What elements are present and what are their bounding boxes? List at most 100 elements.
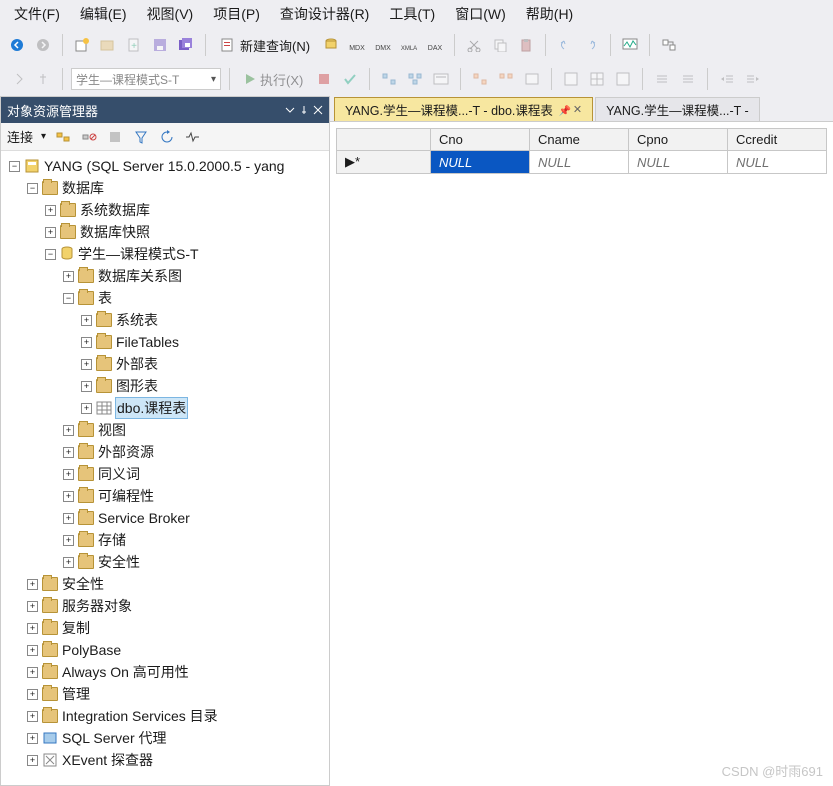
results-to-text-button[interactable] [560, 68, 582, 90]
query-options-button[interactable] [404, 68, 426, 90]
tree-views[interactable]: +视图 [3, 419, 327, 441]
menu-project[interactable]: 项目(P) [203, 2, 270, 26]
stop-button[interactable] [313, 68, 335, 90]
change-type-button[interactable] [658, 34, 680, 56]
decrease-indent-button[interactable] [716, 68, 738, 90]
database-combo[interactable]: 学生—课程模式S-T [71, 68, 221, 90]
dropdown-icon[interactable] [285, 105, 295, 115]
include-client-stats-button[interactable] [521, 68, 543, 90]
tree-db-snapshot[interactable]: +数据库快照 [3, 221, 327, 243]
save-all-button[interactable] [175, 34, 197, 56]
save-button[interactable] [149, 34, 171, 56]
undo-button[interactable] [554, 34, 576, 56]
redo-button[interactable] [580, 34, 602, 56]
display-estimated-plan-button[interactable] [378, 68, 400, 90]
menu-help[interactable]: 帮助(H) [516, 2, 583, 26]
tree-integration[interactable]: +Integration Services 目录 [3, 705, 327, 727]
tree-sys-db[interactable]: +系统数据库 [3, 199, 327, 221]
tree-databases[interactable]: −数据库 [3, 177, 327, 199]
tree-tables[interactable]: −表 [3, 287, 327, 309]
tree-graph-tables[interactable]: +图形表 [3, 375, 327, 397]
tree-db-security[interactable]: +安全性 [3, 551, 327, 573]
tree-replication[interactable]: +复制 [3, 617, 327, 639]
xmla-query-button[interactable]: XMLA [398, 34, 420, 56]
tree-ext-tables[interactable]: +外部表 [3, 353, 327, 375]
pin-icon[interactable]: 📌 [559, 106, 567, 114]
object-tree[interactable]: −YANG (SQL Server 15.0.2000.5 - yang −数据… [1, 151, 329, 785]
tree-user-db[interactable]: −学生—课程模式S-T [3, 243, 327, 265]
menu-tools[interactable]: 工具(T) [379, 2, 445, 26]
tab-inactive[interactable]: YANG.学生—课程模...-T - [595, 97, 760, 121]
cell-cname[interactable]: NULL [530, 151, 629, 174]
include-actual-plan-button[interactable] [469, 68, 491, 90]
col-cno[interactable]: Cno [431, 129, 530, 151]
col-cname[interactable]: Cname [530, 129, 629, 151]
menu-edit[interactable]: 编辑(E) [70, 2, 137, 26]
use-db-button[interactable] [6, 68, 28, 90]
cut-button[interactable] [463, 34, 485, 56]
new-project-button[interactable] [71, 34, 93, 56]
tree-sys-tables[interactable]: +系统表 [3, 309, 327, 331]
connect-label[interactable]: 连接 [7, 127, 33, 146]
cell-cpno[interactable]: NULL [629, 151, 728, 174]
filter-icon[interactable] [132, 128, 150, 146]
mdx-query-button[interactable]: MDX [346, 34, 368, 56]
disconnect-icon[interactable] [80, 128, 98, 146]
comment-button[interactable] [651, 68, 673, 90]
uncomment-button[interactable] [677, 68, 699, 90]
copy-button[interactable] [489, 34, 511, 56]
tree-server-objects[interactable]: +服务器对象 [3, 595, 327, 617]
tree-sql-agent[interactable]: +SQL Server 代理 [3, 727, 327, 749]
menu-view[interactable]: 视图(V) [137, 2, 204, 26]
tree-server[interactable]: −YANG (SQL Server 15.0.2000.5 - yang [3, 155, 327, 177]
tree-synonyms[interactable]: +同义词 [3, 463, 327, 485]
stop-icon[interactable] [106, 128, 124, 146]
activity-icon[interactable] [184, 128, 202, 146]
refresh-icon[interactable] [158, 128, 176, 146]
open-dropdown-button[interactable] [97, 34, 119, 56]
cell-cno[interactable]: NULL [431, 151, 530, 174]
cell-ccredit[interactable]: NULL [728, 151, 827, 174]
nav-forward-button[interactable] [32, 34, 54, 56]
dmx-query-button[interactable]: DMX [372, 34, 394, 56]
menu-window[interactable]: 窗口(W) [445, 2, 516, 26]
tree-always-on[interactable]: +Always On 高可用性 [3, 661, 327, 683]
parse-button[interactable] [339, 68, 361, 90]
tree-security[interactable]: +安全性 [3, 573, 327, 595]
disconnect-query-button[interactable] [32, 68, 54, 90]
menu-file[interactable]: 文件(F) [4, 2, 70, 26]
execute-button[interactable]: 执行(X) [238, 68, 309, 91]
dax-query-button[interactable]: DAX [424, 34, 446, 56]
pin-icon[interactable] [299, 105, 309, 115]
intellisense-button[interactable] [430, 68, 452, 90]
tree-ext-res[interactable]: +外部资源 [3, 441, 327, 463]
tree-programmability[interactable]: +可编程性 [3, 485, 327, 507]
col-cpno[interactable]: Cpno [629, 129, 728, 151]
connect-icon[interactable] [54, 128, 72, 146]
close-icon[interactable]: ✕ [573, 103, 582, 116]
nav-back-button[interactable] [6, 34, 28, 56]
close-icon[interactable] [313, 105, 323, 115]
col-ccredit[interactable]: Ccredit [728, 129, 827, 151]
menu-query-designer[interactable]: 查询设计器(R) [270, 2, 379, 26]
paste-button[interactable] [515, 34, 537, 56]
results-to-grid-button[interactable] [586, 68, 608, 90]
tree-service-broker[interactable]: +Service Broker [3, 507, 327, 529]
tree-filetables[interactable]: +FileTables [3, 331, 327, 353]
add-file-button[interactable]: + [123, 34, 145, 56]
new-query-button[interactable]: 新建查询(N) [214, 34, 316, 57]
tree-dbo-course[interactable]: +dbo.课程表 [3, 397, 327, 419]
include-live-stats-button[interactable] [495, 68, 517, 90]
activity-monitor-button[interactable] [619, 34, 641, 56]
data-grid[interactable]: Cno Cname Cpno Ccredit ▶* NULL NULL NULL… [336, 128, 827, 174]
increase-indent-button[interactable] [742, 68, 764, 90]
tree-db-diagram[interactable]: +数据库关系图 [3, 265, 327, 287]
tree-xevent[interactable]: +XEvent 探查器 [3, 749, 327, 771]
tree-polybase[interactable]: +PolyBase [3, 639, 327, 661]
grid-new-row[interactable]: ▶* NULL NULL NULL NULL [337, 151, 827, 174]
tree-management[interactable]: +管理 [3, 683, 327, 705]
tree-storage[interactable]: +存储 [3, 529, 327, 551]
results-to-file-button[interactable] [612, 68, 634, 90]
db-engine-query-button[interactable] [320, 34, 342, 56]
tab-active[interactable]: YANG.学生—课程模...-T - dbo.课程表 📌 ✕ [334, 97, 593, 121]
